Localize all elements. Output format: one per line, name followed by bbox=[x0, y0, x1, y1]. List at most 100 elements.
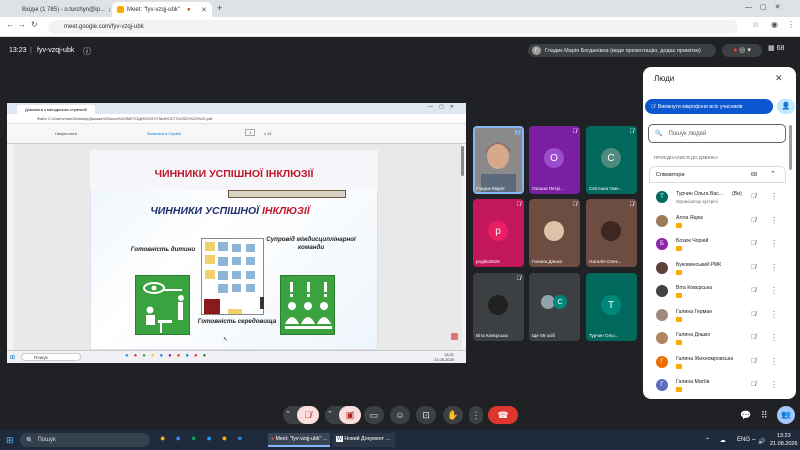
taskbar-clock[interactable]: 13:23 21.08.2026 bbox=[770, 432, 798, 448]
reload-icon[interactable]: ↻ bbox=[31, 20, 38, 29]
child-readiness-icon bbox=[135, 275, 190, 335]
copilot-label: Запитати в Copilot bbox=[147, 131, 181, 136]
more-options-icon[interactable]: ⋮ bbox=[770, 286, 778, 295]
bookmark-star-icon[interactable]: ☆ bbox=[752, 20, 759, 29]
present-button[interactable]: ⊡ bbox=[416, 406, 436, 424]
mic-off-icon[interactable]: 🎙̸ bbox=[751, 264, 756, 271]
camera-off-button[interactable]: ▣̸ bbox=[339, 406, 361, 424]
more-options-icon[interactable]: ⋮ bbox=[770, 263, 778, 272]
more-options-button[interactable]: ⋮ bbox=[469, 406, 483, 424]
window-controls[interactable]: —▢✕ bbox=[745, 3, 788, 11]
participant-tile[interactable]: ▮▮ Гладик Марія bbox=[473, 126, 524, 194]
tab-gmail[interactable]: Вхідні (1 785) - o.turchyn@ip... ✕ bbox=[14, 2, 110, 17]
leave-call-button[interactable]: ☎ bbox=[488, 406, 518, 424]
mic-off-icon[interactable]: 🎙̸ bbox=[751, 358, 756, 365]
participant-tile[interactable]: 🎙̸ Галина Дяшко bbox=[529, 199, 580, 267]
more-participants-tile[interactable]: С Ще 59 осіб bbox=[529, 273, 580, 341]
recording-icon: ● bbox=[186, 6, 191, 13]
participant-tile[interactable]: 🎙̸ Наталія Олек... bbox=[586, 199, 637, 267]
participant-tile[interactable]: Т Турчин Ольг... bbox=[586, 273, 637, 341]
people-search-input[interactable]: 🔍 Пошук людей bbox=[648, 124, 786, 143]
panel-scrollbar[interactable] bbox=[789, 125, 792, 170]
participant-row[interactable]: Галина Дяшко 🎙̸ ⋮ bbox=[654, 329, 794, 350]
taskbar-app-meet[interactable]: ● Meet: "fyv-vzqj-ubk" ... bbox=[268, 433, 330, 447]
mic-off-icon[interactable]: 🎙̸ bbox=[751, 334, 756, 341]
captions-button[interactable]: ▭ bbox=[364, 406, 384, 424]
participant-row[interactable]: Алла Яцюк 🎙̸ ⋮ bbox=[654, 212, 794, 233]
participant-row[interactable]: Б Бозюк Чорній 🎙̸ ⋮ bbox=[654, 235, 794, 256]
tile-name: Світлана Оме... bbox=[589, 186, 623, 191]
more-options-icon[interactable]: ⋮ bbox=[770, 357, 778, 366]
tile-name: pogiko0526 bbox=[476, 259, 500, 264]
forward-icon[interactable]: → bbox=[18, 20, 26, 29]
mic-off-icon[interactable]: 🎙̸ bbox=[751, 287, 756, 294]
more-options-icon[interactable]: ⋮ bbox=[770, 333, 778, 342]
close-panel-icon[interactable]: ✕ bbox=[775, 73, 783, 84]
slide-title: ЧИННИКИ УСПІШНОЇ ІНКЛЮЗІЇ bbox=[105, 205, 355, 217]
taskbar-search[interactable]: 🔍 Пошук bbox=[20, 433, 150, 447]
activities-icon[interactable]: ⠿ bbox=[761, 410, 768, 421]
taskbar-pinned-apps[interactable]: ●●●●●● bbox=[160, 433, 253, 443]
more-options-icon[interactable]: ⋮ bbox=[770, 216, 778, 225]
grid-count[interactable]: ▦ 68 bbox=[768, 44, 784, 52]
camera-options-icon[interactable]: ⌃ bbox=[327, 410, 333, 418]
participant-tile[interactable]: О 🎙̸ Оксана Петрі... bbox=[529, 126, 580, 194]
more-options-icon[interactable]: ⋮ bbox=[770, 239, 778, 248]
more-options-icon[interactable]: ⋮ bbox=[770, 192, 778, 201]
windows-start-icon[interactable]: ⊞ bbox=[6, 435, 14, 446]
emoji-button[interactable]: ☺ bbox=[390, 406, 410, 424]
word-icon: W bbox=[336, 436, 343, 442]
collaborators-group-header[interactable]: Співавтори 68 ⌃ bbox=[649, 166, 786, 183]
participant-row[interactable]: Буковинський РМК 🎙̸ ⋮ bbox=[654, 259, 794, 280]
info-icon[interactable]: ⓘ bbox=[83, 46, 91, 57]
menu-icon[interactable]: ⋮ bbox=[787, 20, 795, 29]
tab-meet[interactable]: Meet: "fyv-vzqj-ubk" ● ✕ bbox=[112, 2, 212, 17]
close-icon[interactable]: ✕ bbox=[108, 6, 110, 14]
mic-options-icon[interactable]: ⌃ bbox=[285, 410, 291, 418]
raise-hand-button[interactable]: ✋ bbox=[443, 406, 463, 424]
participant-row[interactable]: Г Галина Матіїв 🎙̸ ⋮ bbox=[654, 376, 794, 397]
shared-clock-date: 21.08.2026 bbox=[434, 357, 455, 362]
mic-off-icon[interactable]: 🎙̸ bbox=[751, 381, 756, 388]
mute-all-button[interactable]: 🎙̸ Вимкнути мікрофони всіх учасників bbox=[645, 99, 773, 114]
participant-tile[interactable]: 🎙̸ Віта Ковєрська bbox=[473, 273, 524, 341]
shared-window-controls: —▢✕ bbox=[428, 104, 460, 110]
participant-row[interactable]: Віта Ковєрська 🎙̸ ⋮ bbox=[654, 282, 794, 303]
chevron-up-icon[interactable]: ⌃ bbox=[770, 170, 776, 178]
mic-off-icon[interactable]: 🎙̸ bbox=[751, 217, 756, 224]
more-options-icon[interactable]: ⋮ bbox=[770, 380, 778, 389]
mic-off-button[interactable]: 🎙̸ bbox=[297, 406, 319, 424]
participant-row[interactable]: Т Турчин Ольга Вас... (Ви) Організатор зуст… bbox=[654, 188, 794, 209]
participant-tile[interactable]: С 🎙̸ Світлана Оме... bbox=[586, 126, 637, 194]
participant-name: Алла Яцюк bbox=[676, 214, 703, 221]
presenter-text: Гладик Марія Богданівна (веде презентаці… bbox=[545, 47, 701, 54]
people-button[interactable]: 👥 bbox=[777, 406, 795, 424]
participant-name: Галина Герман bbox=[676, 308, 713, 315]
participant-row[interactable]: Г Галина Жихномровська 🎙̸ ⋮ bbox=[654, 353, 794, 374]
mic-off-icon: 🎙̸ bbox=[516, 202, 522, 208]
profile-icon[interactable]: ◉ bbox=[771, 20, 778, 29]
more-options-icon[interactable]: ⋮ bbox=[770, 310, 778, 319]
participant-row[interactable]: Галина Герман 🎙̸ ⋮ bbox=[654, 306, 794, 327]
participant-tile[interactable]: p 🎙̸ pogiko0526 bbox=[473, 199, 524, 267]
chat-icon[interactable]: 💬 bbox=[740, 410, 751, 421]
participant-avatar bbox=[656, 285, 668, 297]
taskbar-app-word[interactable]: W Новий Документ ... bbox=[333, 433, 395, 447]
presenter-chip[interactable]: Г Гладик Марія Богданівна (веде презента… bbox=[528, 44, 716, 57]
pdf-side-icon bbox=[451, 333, 458, 340]
clock-time: 13:23 bbox=[776, 433, 791, 439]
host-controls-button[interactable]: ● ◎ ▾ bbox=[722, 44, 762, 57]
mic-off-icon[interactable]: 🎙̸ bbox=[751, 311, 756, 318]
language-indicator[interactable]: ENG bbox=[737, 437, 750, 443]
tile-name: Ще 59 осіб bbox=[532, 333, 556, 338]
close-icon[interactable]: ✕ bbox=[201, 6, 207, 14]
network-sound-icons[interactable]: ⌔ 🔊 bbox=[751, 437, 766, 445]
system-tray-icons[interactable]: ⌃ ☁ bbox=[705, 437, 730, 444]
mic-off-icon[interactable]: 🎙̸ bbox=[751, 240, 756, 247]
mic-off-icon[interactable]: 🎙̸ bbox=[751, 193, 756, 200]
url-field[interactable]: meet.google.com/fyv-vzqj-ubk bbox=[48, 20, 738, 34]
slide-title-part1: ЧИННИКИ УСПІШНОЇ bbox=[150, 205, 260, 217]
new-tab-button[interactable]: + bbox=[217, 3, 222, 13]
add-people-button[interactable]: 👤 bbox=[777, 99, 795, 114]
back-icon[interactable]: ← bbox=[6, 20, 14, 29]
